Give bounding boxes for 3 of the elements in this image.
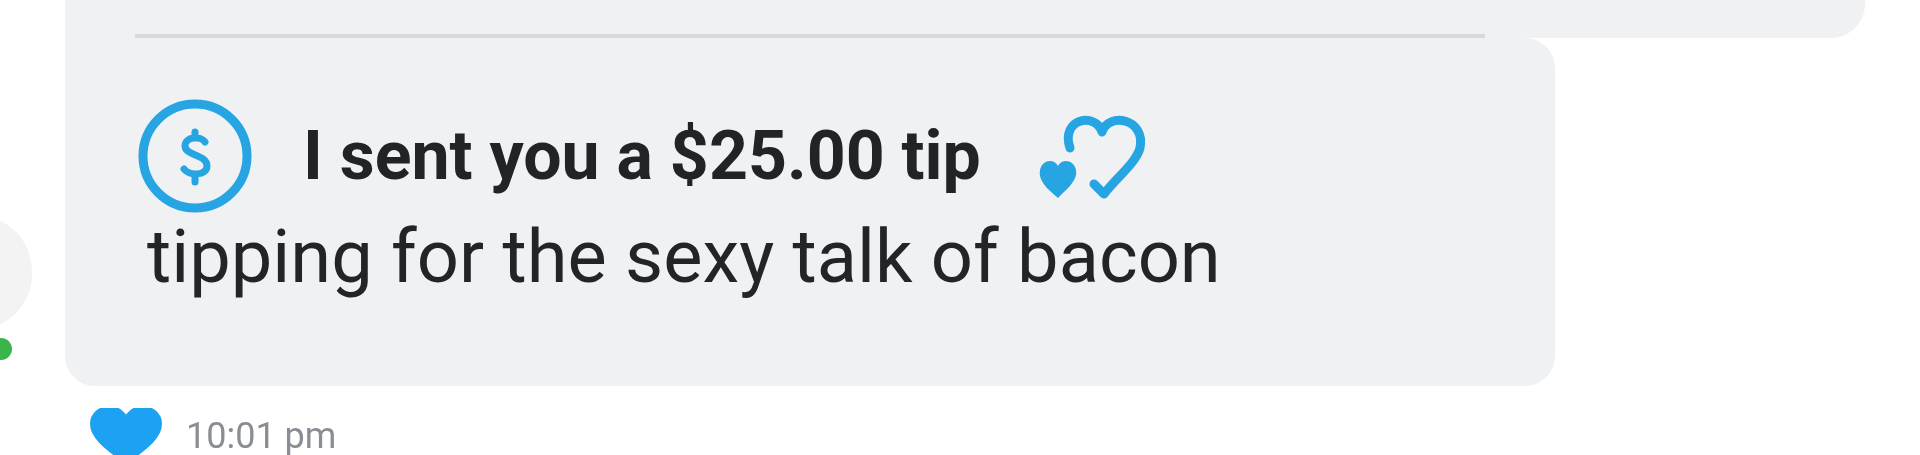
dollar-icon (137, 98, 253, 214)
heart-icon[interactable] (90, 408, 162, 455)
message-time: 10:01 pm (186, 418, 337, 454)
